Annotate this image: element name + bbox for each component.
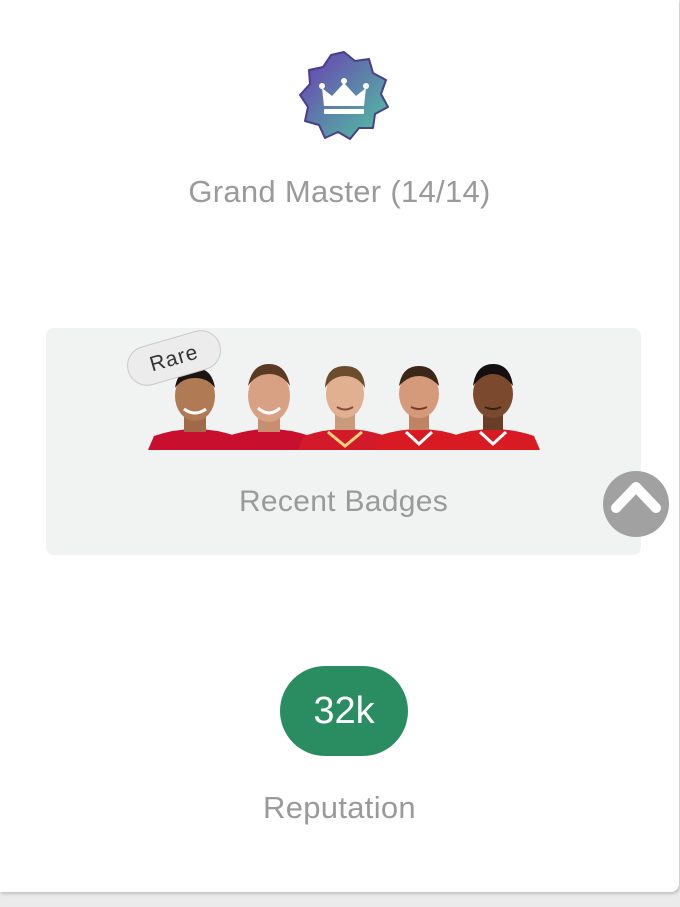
recent-badges-label: Recent Badges	[238, 485, 449, 518]
reputation-value-badge[interactable]: 32k	[280, 666, 408, 756]
scroll-to-top-button[interactable]	[603, 471, 669, 537]
level-title: Grand Master (14/14)	[188, 174, 491, 209]
crown-icon	[299, 51, 389, 140]
player-avatar-icon	[446, 364, 540, 450]
level-badge[interactable]	[298, 50, 390, 142]
player-avatar-5[interactable]	[446, 354, 540, 450]
reputation-label: Reputation	[263, 790, 416, 825]
profile-stats-card: Grand Master (14/14) Rare Recent Badges …	[0, 0, 679, 892]
chevron-up-icon	[611, 482, 661, 513]
